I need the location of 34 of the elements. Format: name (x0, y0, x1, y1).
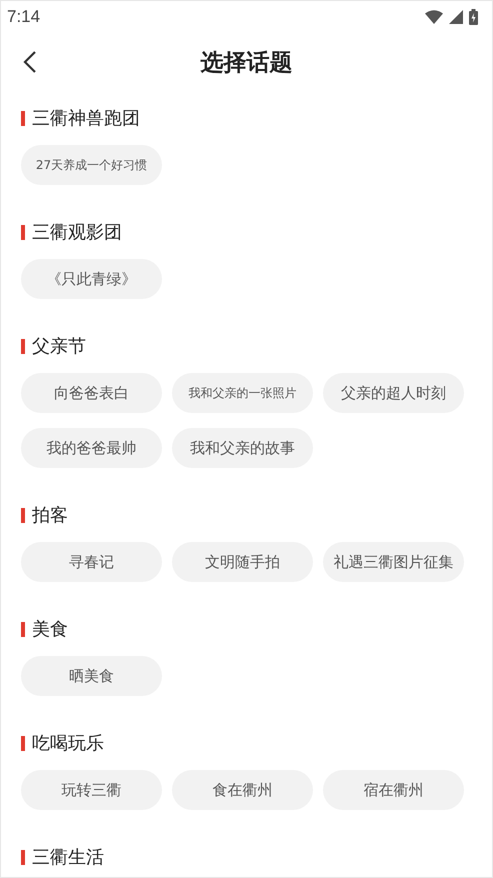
section-title: 拍客 (32, 504, 68, 527)
topic-chip[interactable]: 寻春记 (21, 542, 162, 582)
topic-chip[interactable]: 27天养成一个好习惯 (21, 145, 162, 185)
topic-chip[interactable]: 晒美食 (21, 656, 162, 696)
section-marker (21, 736, 25, 750)
topic-chip[interactable]: 向爸爸表白 (21, 373, 162, 413)
section-title: 三衢生活 (32, 846, 104, 869)
topic-chip[interactable]: 我的爸爸最帅 (21, 428, 162, 468)
topic-chip[interactable]: 我和父亲的一张照片 (172, 373, 313, 413)
section-marker (21, 338, 25, 354)
status-time: 7:14 (7, 7, 40, 27)
wifi-icon (425, 10, 443, 24)
back-icon[interactable] (23, 50, 37, 74)
topic-chip[interactable]: 我和父亲的故事 (172, 428, 313, 468)
topic-chip[interactable]: 宿在衢州 (323, 770, 464, 810)
section-title: 三衢神兽跑团 (32, 107, 140, 130)
section-title: 父亲节 (32, 335, 86, 358)
section-marker (21, 224, 25, 240)
topic-chip[interactable]: 文明随手拍 (172, 542, 313, 582)
topic-chip[interactable]: 玩转三衢 (21, 770, 162, 810)
section-marker (21, 110, 25, 126)
section-title: 三衢观影团 (32, 221, 122, 244)
topic-chip[interactable]: 父亲的超人时刻 (323, 373, 464, 413)
section-marker (21, 850, 25, 864)
signal-icon (449, 10, 463, 24)
section-marker (21, 508, 25, 522)
section-title: 吃喝玩乐 (32, 732, 104, 755)
battery-icon (469, 9, 478, 25)
topic-chip[interactable]: 礼遇三衢图片征集 (323, 542, 464, 582)
page-title: 选择话题 (200, 48, 292, 78)
section-title: 美食 (32, 618, 68, 641)
topic-chip[interactable]: 《只此青绿》 (21, 259, 162, 299)
topic-chip[interactable]: 食在衢州 (172, 770, 313, 810)
section-marker (21, 622, 25, 636)
